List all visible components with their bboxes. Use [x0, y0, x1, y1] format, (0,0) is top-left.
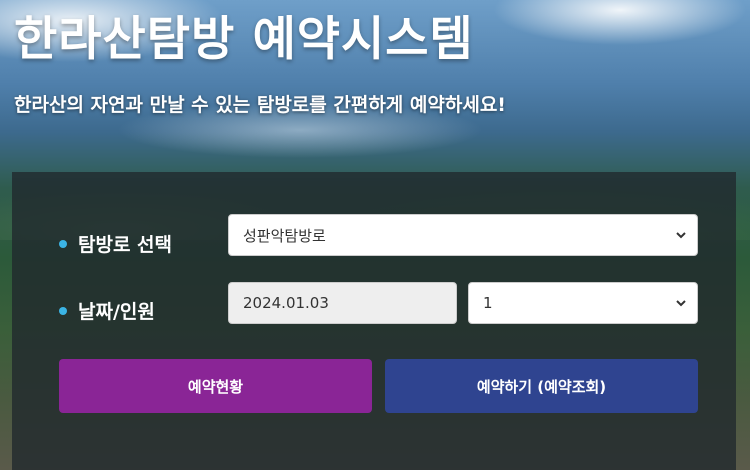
reservation-panel: 탐방로 선택 성판악탐방로 날짜/인원 2024.01.03 1 예약현황 예약… — [12, 172, 736, 470]
date-input[interactable]: 2024.01.03 — [228, 282, 457, 324]
date-people-label-row: 날짜/인원 — [59, 297, 155, 324]
trail-label-row: 탐방로 선택 — [59, 230, 172, 257]
bullet-icon — [59, 239, 67, 248]
chevron-down-icon — [676, 232, 686, 239]
bullet-icon — [59, 306, 67, 315]
people-select[interactable]: 1 — [468, 282, 698, 324]
trail-label: 탐방로 선택 — [78, 234, 173, 256]
date-people-label: 날짜/인원 — [78, 301, 155, 323]
trail-select-value: 성판악탐방로 — [243, 226, 326, 245]
trail-select[interactable]: 성판악탐방로 — [228, 214, 698, 256]
reservation-status-label: 예약현황 — [187, 377, 244, 396]
people-select-value: 1 — [483, 294, 493, 312]
page-title: 한라산탐방 예약시스템 — [14, 12, 474, 67]
make-reservation-label: 예약하기 (예약조회) — [476, 377, 607, 396]
page-subtitle: 한라산의 자연과 만날 수 있는 탐방로를 간편하게 예약하세요! — [14, 94, 506, 116]
reservation-status-button[interactable]: 예약현황 — [59, 359, 372, 413]
chevron-down-icon — [676, 300, 686, 307]
date-value: 2024.01.03 — [243, 294, 329, 312]
make-reservation-button[interactable]: 예약하기 (예약조회) — [385, 359, 698, 413]
